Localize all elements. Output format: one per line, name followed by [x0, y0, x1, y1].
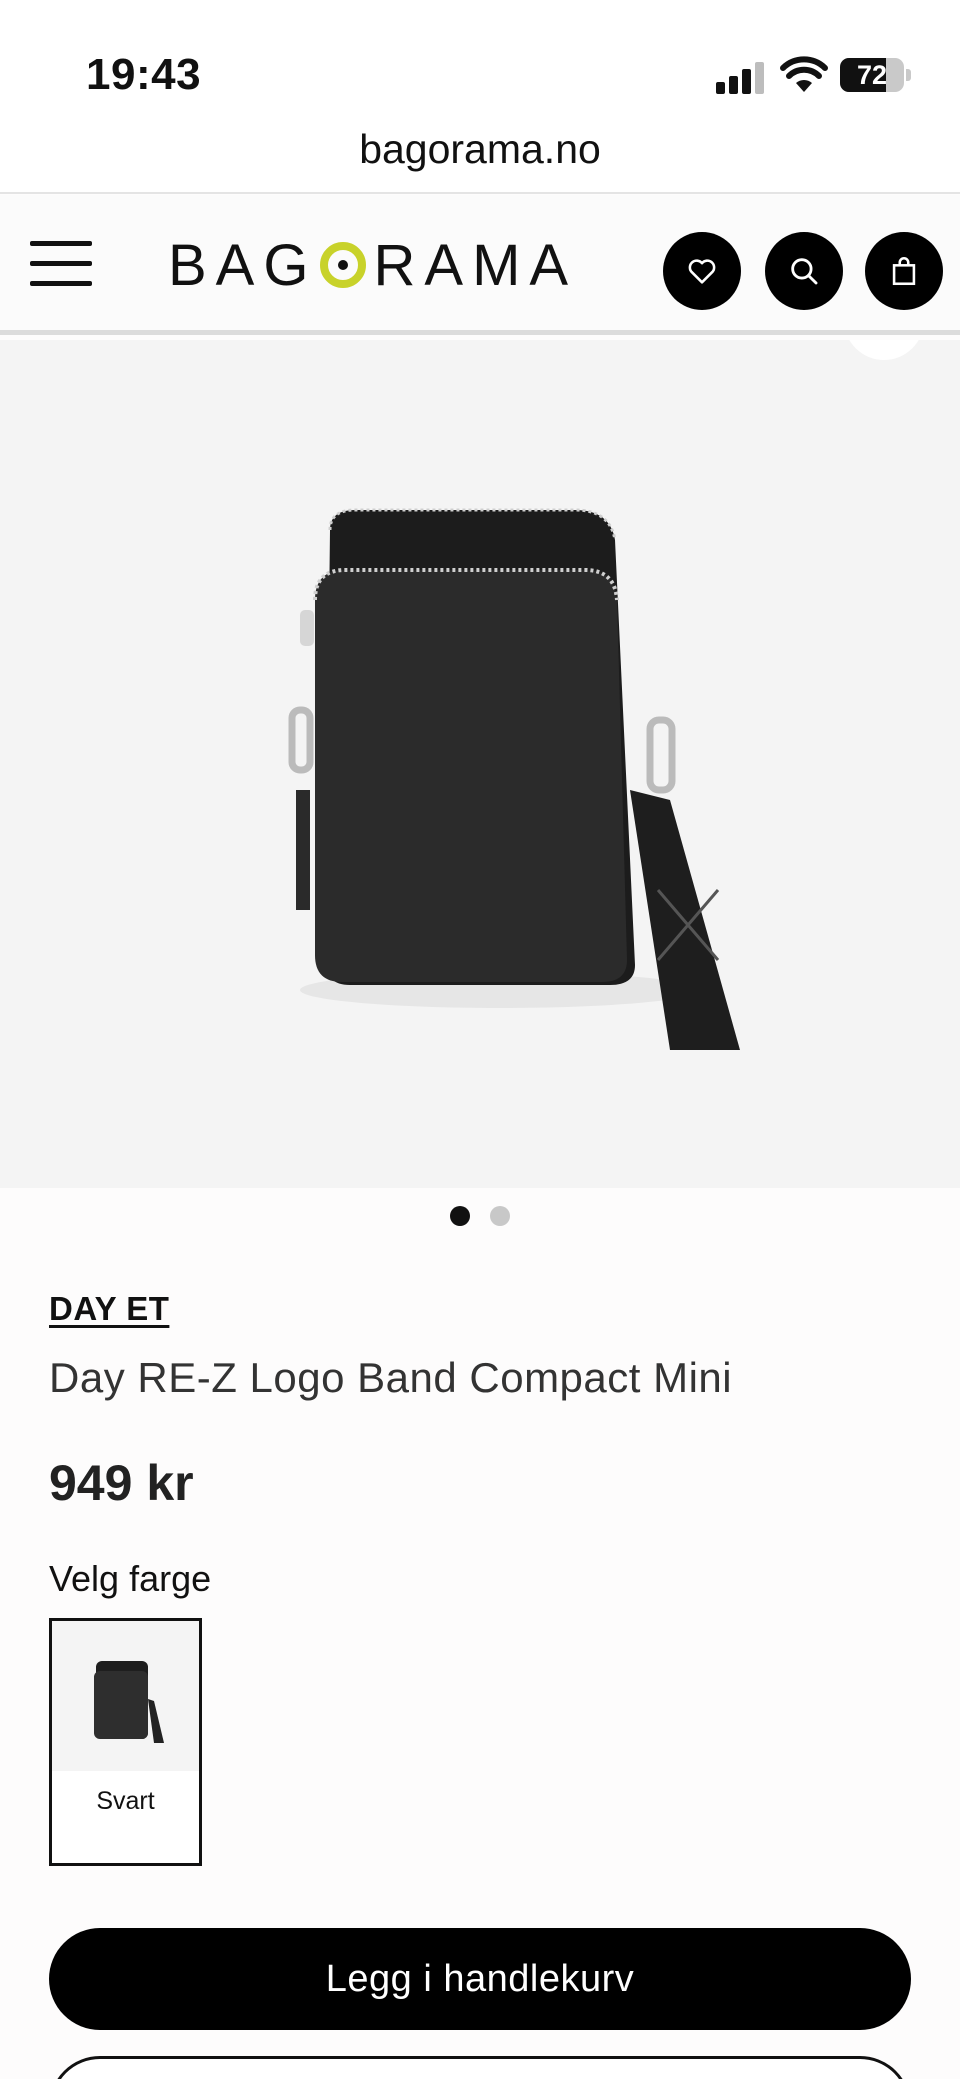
heart-icon	[688, 259, 716, 284]
color-swatch-label: Svart	[96, 1787, 155, 1815]
status-time: 19:43	[86, 50, 202, 99]
site-logo[interactable]: BAG RAMA	[168, 232, 578, 298]
color-picker-label: Velg farge	[49, 1558, 212, 1599]
gallery-dot-2[interactable]	[490, 1206, 510, 1226]
product-title: Day RE-Z Logo Band Compact Mini	[49, 1354, 733, 1401]
product-brand-link[interactable]: DAY ET	[49, 1290, 169, 1328]
product-price: 949 kr	[49, 1455, 194, 1511]
swatch-bag-thumbnail	[94, 1661, 164, 1743]
gallery-dot-1[interactable]	[450, 1206, 470, 1226]
search-icon	[791, 258, 818, 285]
cart-button[interactable]	[865, 232, 943, 310]
battery-icon: 72	[840, 58, 911, 92]
site-header: BAG RAMA	[0, 195, 960, 335]
logo-o-mark	[319, 242, 366, 288]
shopping-bag-icon	[892, 256, 916, 286]
cellular-signal-icon	[716, 62, 766, 94]
secondary-button[interactable]	[49, 2056, 911, 2079]
bag-illustration	[288, 508, 740, 1050]
wishlist-button[interactable]	[663, 232, 741, 310]
browser-url-bar[interactable]: bagorama.no	[0, 120, 960, 194]
gallery-pagination	[0, 1206, 960, 1230]
product-image[interactable]	[0, 340, 960, 1188]
battery-level: 72	[856, 60, 888, 90]
logo-text-left: BAG	[168, 232, 318, 298]
url-text[interactable]: bagorama.no	[0, 126, 960, 173]
search-button[interactable]	[765, 232, 843, 310]
add-to-cart-button[interactable]: Legg i handlekurv	[49, 1928, 911, 2030]
color-swatch-image	[52, 1621, 199, 1771]
color-swatch-svart[interactable]: Svart	[49, 1618, 202, 1866]
wifi-icon	[780, 56, 828, 92]
status-bar: 19:43 72	[0, 0, 960, 120]
logo-text-right: RAMA	[373, 232, 578, 298]
menu-icon[interactable]	[30, 239, 94, 289]
